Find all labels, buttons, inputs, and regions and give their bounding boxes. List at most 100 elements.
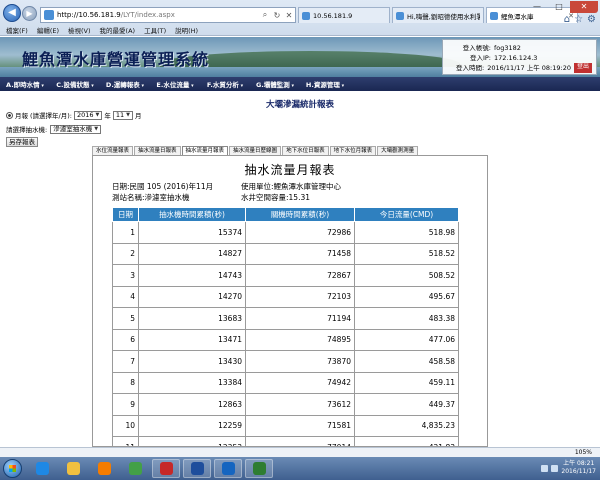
tab-label: 10.56.181.9	[313, 11, 353, 20]
taskbar-media-player[interactable]	[90, 459, 118, 478]
cell-pump-time: 14827	[138, 242, 246, 265]
network-icon[interactable]	[541, 464, 549, 472]
cell-flow: 459.11	[354, 371, 459, 394]
browser-tab[interactable]: Hi,嗨聲,劉昭德使用水利署電子郵...	[392, 7, 484, 23]
export-report-button[interactable]: 另存報表	[6, 137, 38, 147]
logout-button[interactable]: 登出	[573, 63, 592, 73]
unit-value: 鯉魚潭水庫管理中心	[273, 182, 342, 191]
table-row: 6 13471 74895 477.06	[112, 328, 459, 351]
ip-value: 172.16.124.3	[494, 54, 538, 62]
nav-water-level[interactable]: E.水位流量	[150, 79, 200, 89]
taskbar-app-red[interactable]	[152, 459, 180, 478]
refresh-icon[interactable]: ↻	[271, 11, 283, 20]
chevron-down-icon: ▼	[126, 111, 130, 118]
pump-flow-table: 日期 抽水機時間累積(秒) 關機時間累積(秒) 今日流量(CMD) 1 15374…	[112, 207, 459, 446]
back-button[interactable]: ◀	[3, 4, 21, 22]
cell-flow: 477.06	[354, 328, 459, 351]
volume-icon[interactable]	[551, 464, 559, 472]
cell-off-time: 77014	[245, 436, 355, 446]
tab-pump-daily-curve[interactable]: 抽水流量日歷線圖	[229, 146, 282, 155]
nav-water-quality[interactable]: F.水質分析	[200, 79, 250, 89]
browser-tab[interactable]: 10.56.181.9	[298, 7, 390, 23]
address-bar[interactable]: http://10.56.181.9/LYT/index.aspx ⌕ ↻ ✕	[40, 7, 296, 23]
report-tabs: 水位流量報表 抽水流量日報表 抽水流量月報表 抽水流量日歷線圖 地下水位日報表 …	[92, 146, 419, 155]
start-button[interactable]	[3, 459, 22, 478]
browser-chrome: ◀ ▶ http://10.56.181.9/LYT/index.aspx ⌕ …	[0, 0, 600, 36]
menu-tools[interactable]: 工具(T)	[144, 25, 166, 35]
cell-day: 2	[112, 242, 139, 265]
year-select[interactable]: 2016 ▼	[73, 110, 103, 120]
taskbar-file-explorer[interactable]	[59, 459, 87, 478]
tab-water-level-report[interactable]: 水位流量報表	[92, 146, 134, 155]
account-value: fog3182	[494, 44, 521, 52]
cell-day: 11	[112, 436, 139, 446]
month-select[interactable]: 11 ▼	[112, 110, 133, 120]
menu-help[interactable]: 說明(H)	[175, 25, 198, 35]
url-host: http://10.56.181.9	[57, 11, 121, 19]
tab-groundwater-daily[interactable]: 地下水位日報表	[282, 146, 329, 155]
table-header-row: 日期 抽水機時間累積(秒) 關機時間累積(秒) 今日流量(CMD)	[112, 207, 459, 222]
forward-button[interactable]: ▶	[22, 6, 37, 21]
maximize-button[interactable]: □	[548, 1, 570, 13]
minimize-button[interactable]: —	[526, 1, 548, 13]
period-hint: (請選擇年/月):	[30, 112, 72, 120]
clock[interactable]: 上午 08:21 2016/11/17	[561, 460, 596, 476]
cell-day: 4	[112, 285, 139, 308]
taskbar-outlook[interactable]	[214, 459, 242, 478]
station-select[interactable]: 滲濾室抽水機 ▼	[50, 124, 102, 134]
menu-view[interactable]: 檢視(V)	[68, 25, 91, 35]
stop-icon[interactable]: ✕	[283, 11, 295, 20]
tab-pump-daily-report[interactable]: 抽水流量日報表	[134, 146, 181, 155]
cell-pump-time: 13384	[138, 371, 246, 394]
taskbar-word[interactable]	[183, 459, 211, 478]
menu-favorites[interactable]: 我的最愛(A)	[100, 25, 136, 35]
station-label: 測站名稱:	[112, 193, 145, 202]
cell-pump-time: 13471	[138, 328, 246, 351]
url-text[interactable]: http://10.56.181.9/LYT/index.aspx	[57, 11, 259, 19]
zoom-level[interactable]: 105%	[575, 449, 592, 456]
taskbar-internet-explorer[interactable]	[28, 459, 56, 478]
close-window-button[interactable]: ✕	[570, 1, 598, 13]
cell-flow: 518.52	[354, 242, 459, 265]
account-label: 登入帳號:	[462, 44, 491, 52]
station-value: 滲濾室抽水機	[144, 193, 190, 202]
capacity-label: 水井空間容量:	[241, 193, 289, 202]
cell-pump-time: 15374	[138, 221, 246, 244]
page-title: 大壩滲漏統計報表	[265, 100, 334, 110]
col-header-flow: 今日流量(CMD)	[354, 207, 459, 222]
menu-file[interactable]: 檔案(F)	[6, 25, 28, 35]
table-row: 2 14827 71458 518.52	[112, 242, 459, 265]
tab-dam-survey[interactable]: 大壩觀測測量	[377, 146, 419, 155]
station-selector: 請選擇抽水機: 滲濾室抽水機 ▼	[6, 124, 102, 134]
cell-off-time: 72103	[245, 285, 355, 308]
cell-flow: 449.37	[354, 393, 459, 416]
cell-day: 6	[112, 328, 139, 351]
search-icon[interactable]: ⌕	[259, 10, 271, 20]
nav-operation-report[interactable]: D.運轉報表	[100, 79, 150, 89]
cell-pump-time: 14743	[138, 264, 246, 287]
page-favicon-icon	[44, 10, 54, 20]
table-row: 7 13430 73870 458.58	[112, 350, 459, 373]
nav-resource-management[interactable]: H.資源管理	[300, 79, 350, 89]
taskbar-excel[interactable]	[245, 459, 273, 478]
internet-explorer-icon	[35, 462, 49, 475]
report-panel: 抽水流量月報表 日期:民國 105 (2016)年11月 使用單位:鯉魚潭水庫管…	[92, 155, 488, 447]
main-nav: A.即時水情 C.設備狀態 D.運轉報表 E.水位流量 F.水質分析 G.壩體監…	[0, 77, 600, 91]
cell-off-time: 73612	[245, 393, 355, 416]
nav-equipment[interactable]: C.設備狀態	[50, 79, 100, 89]
unit-label: 使用單位:	[241, 182, 274, 191]
date-value: 民國 105 (2016)年11月	[129, 182, 214, 191]
cell-pump-time: 14270	[138, 285, 246, 308]
site-header: 鯉魚潭水庫營運管理系統 登入帳號: fog3182 登入IP: 172.16.124…	[0, 37, 600, 77]
nav-dam-monitoring[interactable]: G.壩體監測	[250, 79, 300, 89]
clock-date: 2016/11/17	[561, 468, 596, 475]
tab-groundwater-monthly[interactable]: 地下水位月報表	[329, 146, 377, 155]
nav-realtime[interactable]: A.即時水情	[0, 79, 50, 89]
cell-day: 7	[112, 350, 139, 373]
menu-edit[interactable]: 編輯(E)	[37, 25, 59, 35]
chevron-down-icon: ▼	[95, 111, 100, 118]
table-row: 4 14270 72103 495.67	[112, 285, 459, 308]
taskbar-chrome[interactable]	[121, 459, 149, 478]
monthly-radio[interactable]	[6, 111, 13, 119]
tab-pump-monthly-report[interactable]: 抽水流量月報表	[181, 146, 229, 155]
